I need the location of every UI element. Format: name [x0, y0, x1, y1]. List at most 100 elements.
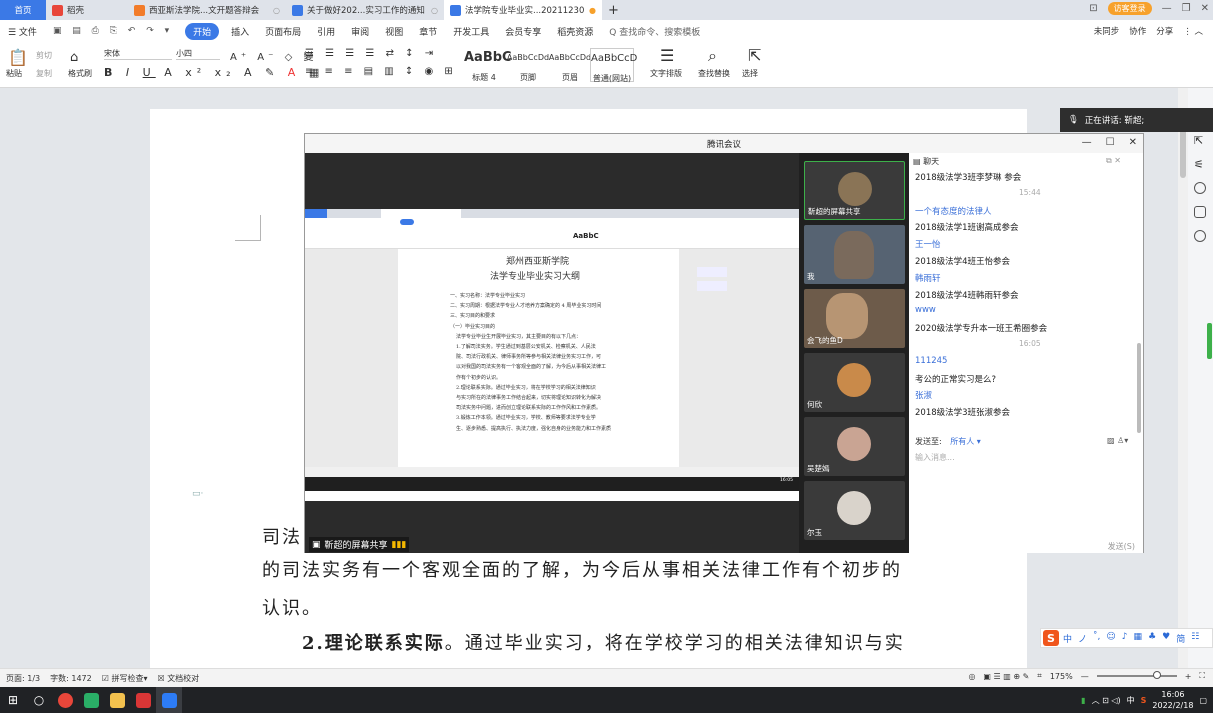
battery-icon[interactable]: ▮ [1081, 696, 1085, 705]
ime-indicator[interactable]: 中 [1127, 695, 1135, 706]
recipient-dropdown[interactable]: 所有人 [950, 437, 974, 446]
wechat-icon[interactable] [78, 687, 104, 713]
zoom-out-button[interactable]: — [1081, 672, 1089, 681]
chat-input[interactable]: 输入消息... [915, 452, 955, 463]
cut-button[interactable]: 剪切 [36, 50, 52, 61]
font-name-select[interactable]: 宋体 [104, 48, 172, 60]
search-icon[interactable]: ○ [26, 687, 52, 713]
chevron-down-icon[interactable]: ▾ [977, 437, 981, 446]
visitor-login-button[interactable]: 访客登录 [1107, 2, 1152, 15]
ime-tool-icon[interactable]: ▦ [1134, 632, 1143, 645]
copy-button[interactable]: 复制 [36, 68, 52, 79]
restore-icon[interactable]: ❐ [1182, 3, 1191, 14]
vertical-scrollbar[interactable] [1178, 88, 1188, 668]
quick-access-icons[interactable]: ▣ ▤ ⎙ ⎘ ↶ ↷ ▾ [45, 26, 181, 36]
close-icon[interactable]: ✕ [1129, 137, 1137, 148]
sync-button[interactable]: 未同步 [1094, 25, 1120, 37]
tab-doc-1[interactable]: 西亚斯法学院...文开题答辩会 ○ [128, 0, 286, 20]
menu-insert[interactable]: 插入 [223, 25, 257, 38]
font-size-select[interactable]: 小四 [176, 48, 220, 60]
font-format-icons[interactable]: B I U A x² x₂ A ✎ A ▦ [104, 66, 324, 79]
ime-tool-icon[interactable]: ノ [1078, 632, 1087, 645]
ime-tool-icon[interactable]: 中 [1063, 632, 1072, 645]
close-icon[interactable]: ○ [273, 6, 280, 15]
image-icon[interactable] [1194, 206, 1206, 218]
filter-icon[interactable]: ⚟ [1194, 158, 1206, 171]
word-count[interactable]: 字数: 1472 [50, 673, 92, 684]
participant-tile[interactable]: 何欣 [804, 353, 905, 412]
menu-devtools[interactable]: 开发工具 [445, 25, 497, 38]
notification-icon[interactable]: ▢ [1199, 696, 1207, 705]
style-header[interactable]: AaBbCcDd 页眉 [548, 48, 592, 82]
participant-tile[interactable]: 尔玉 [804, 481, 905, 540]
format-painter-icon[interactable]: ⌂ [70, 50, 78, 65]
wps-icon[interactable] [130, 687, 156, 713]
participant-tile[interactable]: 靳超的屏幕共享 [804, 161, 905, 220]
zoom-fit-icon[interactable]: ⌗ [1037, 671, 1042, 681]
align-icons[interactable]: ≡ ≡ ≡ ▤ ▥ ↕ ◉ ⊞ [305, 66, 457, 77]
tab-doc-2[interactable]: 关于做好202...实习工作的通知 ○ [286, 0, 444, 20]
collab-button[interactable]: 协作 [1129, 25, 1146, 37]
page-indicator[interactable]: 页面: 1/3 [6, 673, 40, 684]
menu-docer[interactable]: 稻壳资源 [549, 25, 601, 38]
close-icon[interactable]: ○ [431, 6, 438, 15]
location-icon[interactable] [1194, 230, 1206, 242]
menu-review[interactable]: 审阅 [343, 25, 377, 38]
tab-doc-active[interactable]: 法学院专业毕业实...20211230 ● [444, 0, 602, 20]
text-layout-button[interactable]: 文字排版 [650, 68, 682, 79]
command-search[interactable]: Q 查找命令、搜索模板 [601, 25, 708, 38]
fullscreen-icon[interactable]: ⛶ [1199, 671, 1205, 681]
clock[interactable]: 16:06 2022/2/18 [1152, 689, 1193, 711]
screen-share-view[interactable]: AaBbC 郑州西亚斯学院 法学专业毕业实习大纲 一、实习名称：法学专业毕业实习… [305, 153, 799, 553]
participant-tile[interactable]: 会飞的鱼D [804, 289, 905, 348]
menu-file[interactable]: ☰ 文件 [0, 25, 45, 38]
close-icon[interactable]: ✕ [1201, 3, 1209, 14]
more-icon[interactable]: ⋮ ︿ [1183, 25, 1203, 37]
participant-tile[interactable]: 吴楚嫣 [804, 417, 905, 476]
image-file-icons[interactable]: ▨ ♙▾ [1107, 436, 1128, 445]
help-icon[interactable] [1194, 182, 1206, 194]
maximize-icon[interactable]: ☐ [1106, 137, 1115, 148]
sogou-tray-icon[interactable]: S [1141, 696, 1147, 705]
paste-button[interactable]: 粘贴 [6, 68, 22, 79]
cursor-icon[interactable]: ⇱ [748, 46, 761, 65]
paste-icon[interactable]: 📋 [8, 48, 28, 67]
send-button[interactable]: 发送(S) [1108, 541, 1135, 552]
menu-view[interactable]: 视图 [377, 25, 411, 38]
ime-tool-icon[interactable]: ☷ [1191, 632, 1199, 645]
popout-icon[interactable]: ⧉ ✕ [1106, 156, 1121, 166]
zoom-in-button[interactable]: + [1185, 672, 1192, 681]
paragraph-icons[interactable]: ☰ ☰ ☰ ☰ ⇄ ↕ ⇥ [305, 48, 437, 59]
menu-layout[interactable]: 页面布局 [257, 25, 309, 38]
tray-icons[interactable]: ︿ ⊡ ◁) [1092, 695, 1121, 706]
cursor-icon[interactable]: ⇱ [1194, 134, 1206, 147]
ime-toolbar[interactable]: S 中ノ ˚, ☺ ♪ ▦ ♣ ♥ 简 ☷ [1040, 628, 1213, 648]
select-button[interactable]: 选择 [742, 68, 758, 79]
minimize-icon[interactable]: — [1162, 3, 1172, 14]
ime-tool-icon[interactable]: ♪ [1122, 632, 1128, 645]
ime-tool-icon[interactable]: ˚, [1093, 632, 1100, 645]
new-tab-button[interactable]: + [602, 0, 625, 20]
find-replace-button[interactable]: 查找替换 [698, 68, 730, 79]
text-layout-icon[interactable]: ☰ [660, 46, 674, 65]
spell-check[interactable]: ☑ 拼写检查▾ [102, 673, 148, 684]
file-explorer-icon[interactable] [104, 687, 130, 713]
paragraph-marker-icon[interactable]: ▭· [192, 489, 203, 499]
layout-icon[interactable]: ⊡ [1089, 3, 1097, 14]
zoom-level[interactable]: 175% [1050, 672, 1073, 681]
menu-member[interactable]: 会员专享 [497, 25, 549, 38]
tencent-meeting-icon[interactable] [156, 687, 182, 713]
ime-tool-icon[interactable]: ☺ [1106, 632, 1115, 645]
menu-section[interactable]: 章节 [411, 25, 445, 38]
chrome-icon[interactable] [52, 687, 78, 713]
proofread[interactable]: ☒ 文档校对 [157, 673, 199, 684]
menu-reference[interactable]: 引用 [309, 25, 343, 38]
minimize-icon[interactable]: — [1082, 137, 1092, 148]
ime-tool-icon[interactable]: ♣ [1148, 632, 1156, 645]
tab-home[interactable]: 首页 [0, 0, 46, 20]
share-button[interactable]: 分享 [1156, 25, 1173, 37]
format-painter-button[interactable]: 格式刷 [68, 68, 92, 79]
windows-start-icon[interactable]: ⊞ [0, 687, 26, 713]
ime-tool-icon[interactable]: 简 [1176, 632, 1185, 645]
search-icon[interactable]: ⌕ [708, 46, 717, 66]
